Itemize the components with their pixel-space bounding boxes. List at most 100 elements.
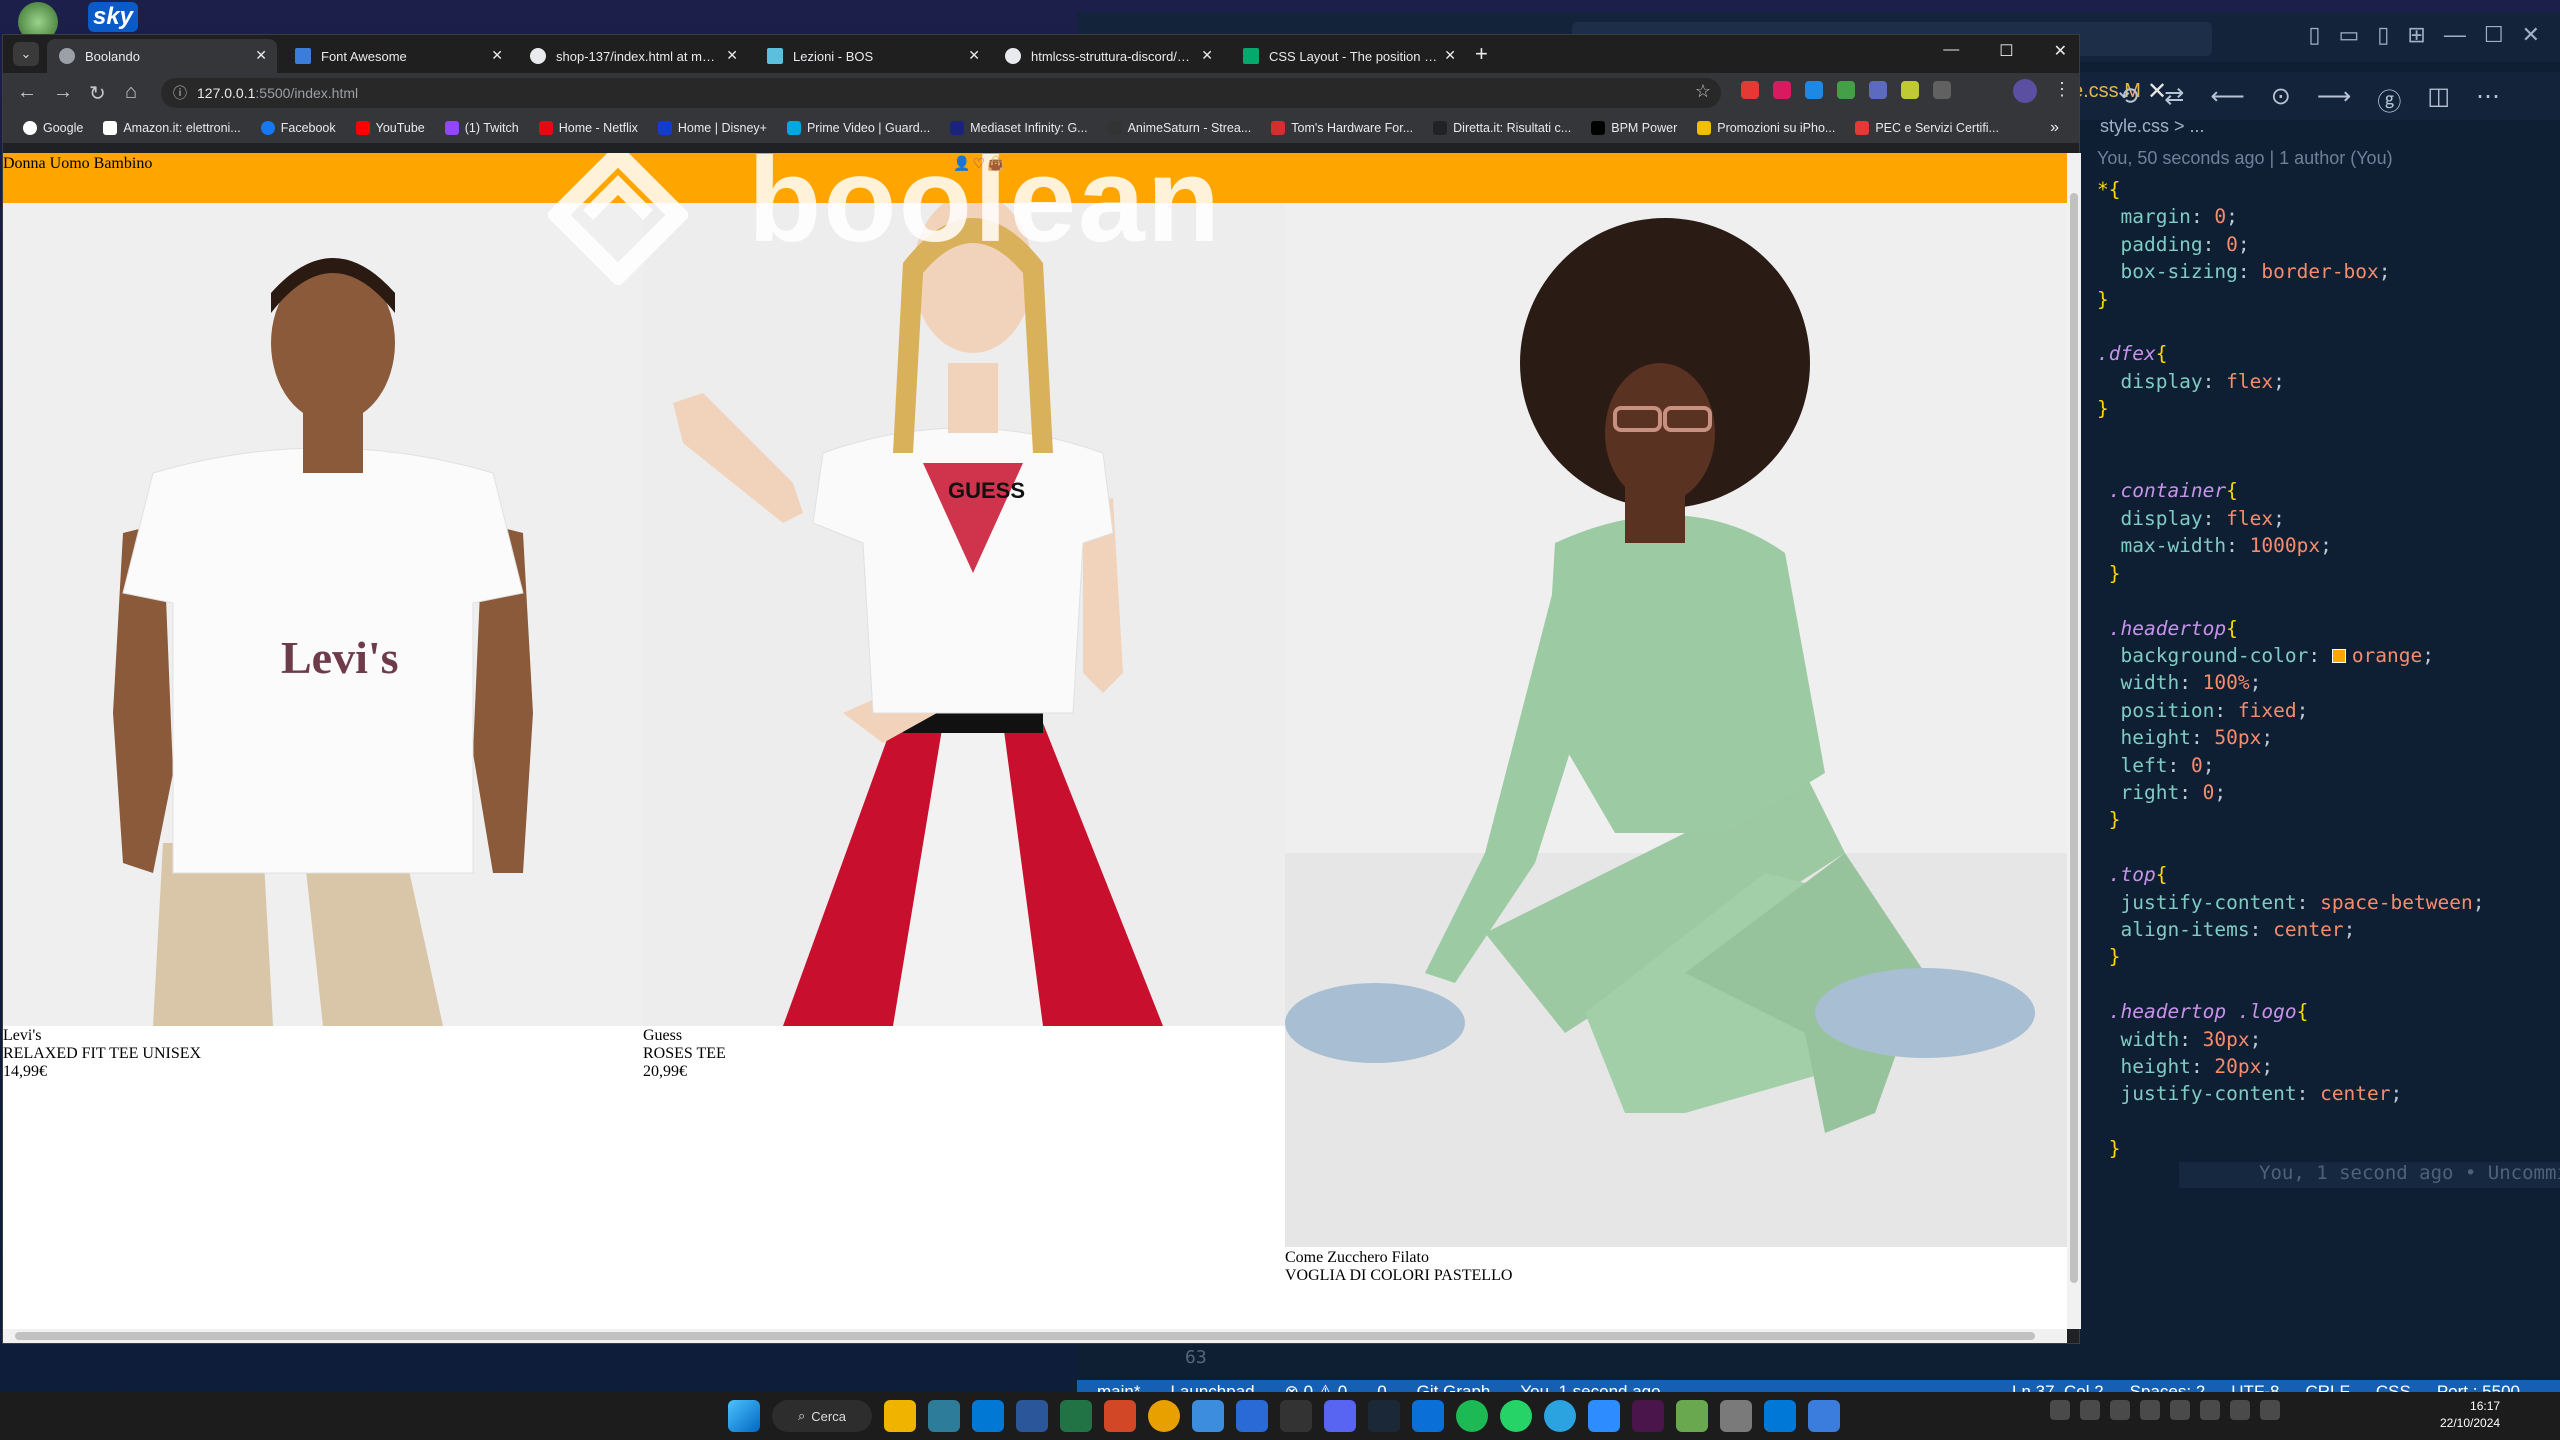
commit-icon[interactable]: ⊙ <box>2271 82 2291 117</box>
close-tab-icon[interactable]: ✕ <box>491 47 503 64</box>
app-icon[interactable] <box>1192 1400 1224 1432</box>
bookmark-item[interactable]: Amazon.it: elettroni... <box>95 121 248 135</box>
browser-tab[interactable]: Lezioni - BOS ✕ <box>755 39 990 73</box>
tray-icon[interactable] <box>2140 1400 2160 1420</box>
tab-search-icon[interactable]: ⌄ <box>13 42 39 66</box>
extension-icon[interactable] <box>1805 81 1823 99</box>
bookmark-item[interactable]: Home - Netflix <box>531 121 646 135</box>
excel-icon[interactable] <box>1060 1400 1092 1432</box>
more-actions-icon[interactable]: ⋯ <box>2476 82 2500 117</box>
forward-icon[interactable]: → <box>53 81 73 104</box>
vscode-icon[interactable] <box>1764 1400 1796 1432</box>
code-editor[interactable]: *{ margin: 0; padding: 0; box-sizing: bo… <box>2097 176 2484 1163</box>
tray-icon[interactable] <box>2050 1400 2070 1420</box>
tray-icon[interactable] <box>2080 1400 2100 1420</box>
new-tab-icon[interactable]: + <box>1475 41 1488 67</box>
settings-icon[interactable] <box>1720 1400 1752 1432</box>
steam-icon[interactable] <box>1368 1400 1400 1432</box>
maximize-icon[interactable]: ☐ <box>1999 41 2013 61</box>
toggle-secondary-sidebar-icon[interactable]: ▯ <box>2377 22 2389 48</box>
close-tab-icon[interactable]: ✕ <box>726 47 738 64</box>
bookmark-item[interactable]: Mediaset Infinity: G... <box>942 121 1095 135</box>
compare-icon[interactable]: ⇄ <box>2164 82 2184 117</box>
close-icon[interactable]: ✕ <box>2522 22 2540 48</box>
app-icon[interactable] <box>1676 1400 1708 1432</box>
minimize-icon[interactable]: — <box>1943 41 1959 61</box>
bookmark-item[interactable]: Tom's Hardware For... <box>1263 121 1421 135</box>
sky-desktop-icon[interactable]: sky <box>88 2 138 32</box>
browser-tab[interactable]: htmlcss-struttura-discord/css/s ✕ <box>993 39 1223 73</box>
extensions-puzzle-icon[interactable] <box>1933 81 1951 99</box>
bookmark-star-icon[interactable]: ☆ <box>1695 81 1711 102</box>
bookmark-item[interactable]: YouTube <box>348 121 433 135</box>
tray-icon[interactable] <box>2170 1400 2190 1420</box>
zoom-icon[interactable] <box>1588 1400 1620 1432</box>
address-bar[interactable]: ⓘ 127.0.0.1:5500/index.html ☆ <box>161 78 1721 108</box>
toggle-panel-icon[interactable]: ▭ <box>2338 22 2359 48</box>
close-tab-icon[interactable]: ✕ <box>1444 47 1456 64</box>
profile-avatar[interactable] <box>2013 79 2037 103</box>
bookmark-item[interactable]: (1) Twitch <box>437 121 527 135</box>
app-icon[interactable] <box>1412 1400 1444 1432</box>
more-bookmarks-icon[interactable]: » <box>2050 119 2059 137</box>
user-icon[interactable]: 👤 <box>953 155 970 172</box>
chrome-icon[interactable] <box>1148 1400 1180 1432</box>
translate-extension-icon[interactable] <box>1869 81 1887 99</box>
timeline-icon[interactable]: ⟲ <box>2118 82 2138 117</box>
taskbar-clock[interactable]: 16:17 22/10/2024 <box>2440 1398 2500 1432</box>
tray-icon[interactable] <box>2200 1400 2220 1420</box>
browser-tab[interactable]: Font Awesome ✕ <box>283 39 513 73</box>
sky-icon[interactable] <box>1236 1400 1268 1432</box>
customize-layout-icon[interactable]: ⊞ <box>2407 22 2425 48</box>
powerpoint-icon[interactable] <box>1104 1400 1136 1432</box>
slack-icon[interactable] <box>1632 1400 1664 1432</box>
close-tab-icon[interactable]: ✕ <box>1201 47 1213 64</box>
site-info-icon[interactable]: ⓘ <box>173 83 187 103</box>
extension-icon[interactable] <box>1837 81 1855 99</box>
maximize-icon[interactable]: ☐ <box>2484 22 2504 48</box>
gitlens-icon[interactable]: ⓖ <box>2377 82 2401 117</box>
heart-icon[interactable]: ♡ <box>972 155 985 172</box>
scroll-thumb[interactable] <box>2070 193 2078 1283</box>
close-tab-icon[interactable]: ✕ <box>968 47 980 64</box>
reload-icon[interactable]: ↻ <box>89 81 106 106</box>
epic-games-icon[interactable] <box>1280 1400 1312 1432</box>
bookmark-item[interactable]: Prime Video | Guard... <box>779 121 938 135</box>
bookmark-item[interactable]: PEC e Servizi Certifi... <box>1847 121 2007 135</box>
bookmark-item[interactable]: Google <box>15 121 91 135</box>
home-icon[interactable]: ⌂ <box>125 81 137 104</box>
whatsapp-icon[interactable] <box>1500 1400 1532 1432</box>
bookmark-item[interactable]: Facebook <box>253 121 344 135</box>
vertical-scrollbar[interactable] <box>2067 153 2081 1329</box>
word-icon[interactable] <box>1016 1400 1048 1432</box>
split-editor-icon[interactable]: ◫ <box>2427 82 2450 117</box>
toggle-sidebar-icon[interactable]: ▯ <box>2308 22 2320 48</box>
wifi-icon[interactable] <box>2230 1400 2250 1420</box>
chrome-menu-icon[interactable]: ⋮ <box>2053 79 2071 100</box>
tray-icon[interactable] <box>2110 1400 2130 1420</box>
bookmark-item[interactable]: Promozioni su iPho... <box>1689 121 1843 135</box>
go-back-icon[interactable]: ⟵ <box>2210 82 2244 117</box>
store-icon[interactable] <box>928 1400 960 1432</box>
close-icon[interactable]: ✕ <box>2054 41 2067 61</box>
adblock-extension-icon[interactable] <box>1741 81 1759 99</box>
back-icon[interactable]: ← <box>17 81 37 104</box>
bookmark-item[interactable]: AnimeSaturn - Strea... <box>1100 121 1260 135</box>
taskbar-search[interactable]: ⌕ Cerca <box>772 1400 872 1432</box>
extension-icon[interactable] <box>1773 81 1791 99</box>
browser-tab[interactable]: Boolando ✕ <box>47 39 277 73</box>
volume-icon[interactable] <box>2260 1400 2280 1420</box>
horizontal-scrollbar[interactable] <box>3 1329 2067 1343</box>
file-explorer-icon[interactable] <box>884 1400 916 1432</box>
bookmark-item[interactable]: Diretta.it: Risultati c... <box>1425 121 1579 135</box>
close-tab-icon[interactable]: ✕ <box>255 47 267 64</box>
bookmark-item[interactable]: BPM Power <box>1583 121 1685 135</box>
app-icon[interactable] <box>1808 1400 1840 1432</box>
breadcrumb[interactable]: style.css > ... <box>2100 116 2205 137</box>
minimize-icon[interactable]: — <box>2444 22 2466 48</box>
main-nav-links[interactable]: Donna Uomo Bambino <box>3 153 152 173</box>
bag-icon[interactable]: 👜 <box>987 155 1004 172</box>
scroll-thumb[interactable] <box>15 1332 2035 1340</box>
discord-icon[interactable] <box>1324 1400 1356 1432</box>
bookmark-item[interactable]: Home | Disney+ <box>650 121 775 135</box>
